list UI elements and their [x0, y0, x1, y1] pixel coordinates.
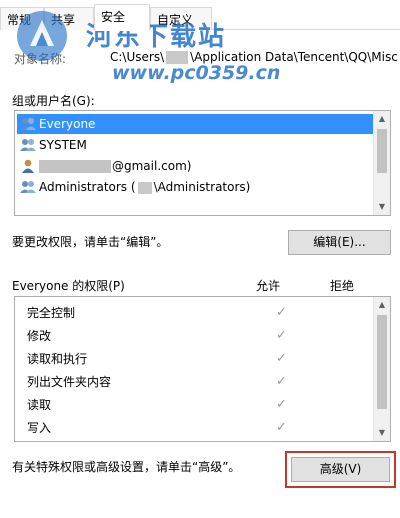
permission-name: 读取和执行 [27, 352, 88, 366]
redacted-machine [137, 181, 152, 194]
advanced-button[interactable]: 高级(V) [291, 457, 390, 482]
scroll-thumb[interactable] [377, 315, 387, 409]
permission-row-read-execute: 读取和执行 ✓ [27, 349, 367, 369]
edit-button[interactable]: 编辑(E)... [288, 230, 391, 255]
user-group-icon [20, 181, 36, 193]
allow-check-icon: ✓ [276, 374, 287, 389]
group-user-label: 组或用户名(G): [12, 94, 95, 108]
user-name-start: Administrators ( [39, 180, 136, 194]
user-row-system[interactable]: SYSTEM [17, 135, 373, 155]
permission-row-write: 写入 ✓ [27, 418, 367, 438]
user-group-icon [20, 139, 36, 151]
watermark-url: www.pc0359.cn [112, 62, 281, 84]
permission-row-modify: 修改 ✓ [27, 326, 367, 346]
permissions-scrollbar[interactable]: ▲ ▼ [373, 297, 390, 441]
permission-name: 完全控制 [27, 306, 76, 320]
scroll-down-icon[interactable]: ▼ [374, 425, 390, 441]
permissions-title: Everyone 的权限(P) [12, 279, 125, 293]
permission-name: 读取 [27, 398, 52, 412]
permission-row-list-folder: 列出文件夹内容 ✓ [27, 372, 367, 392]
advanced-hint-text: 有关特殊权限或高级设置，请单击“高级”。 [12, 460, 241, 474]
user-icon [22, 159, 34, 173]
user-row-gmail[interactable]: @gmail.com) [17, 156, 373, 176]
watermark-logo-icon [17, 11, 67, 61]
user-name: @gmail.com) [112, 159, 192, 173]
allow-column-header: 允许 [256, 279, 281, 293]
scroll-up-icon[interactable]: ▲ [374, 297, 390, 313]
scroll-up-icon[interactable]: ▲ [374, 111, 390, 127]
edit-hint-text: 要更改权限，请单击“编辑”。 [12, 235, 169, 249]
user-group-icon [20, 118, 36, 130]
deny-column-header: 拒绝 [330, 279, 355, 293]
redacted-email [39, 160, 111, 173]
user-name: SYSTEM [39, 138, 87, 152]
scroll-thumb[interactable] [377, 129, 387, 173]
allow-check-icon: ✓ [276, 328, 287, 343]
allow-check-icon: ✓ [276, 397, 287, 412]
user-row-everyone[interactable]: Everyone [17, 114, 373, 134]
user-row-administrators[interactable]: Administrators ( \Administrators) [17, 177, 373, 197]
permissions-list: 完全控制 ✓ 修改 ✓ 读取和执行 ✓ 列出文件夹内容 ✓ 读取 ✓ 写入 ✓ … [14, 296, 391, 442]
permission-name: 修改 [27, 329, 52, 343]
user-name-end: \Administrators) [153, 180, 251, 194]
permission-name: 写入 [27, 421, 52, 435]
allow-check-icon: ✓ [276, 351, 287, 366]
scroll-down-icon[interactable]: ▼ [374, 199, 390, 215]
user-listbox[interactable]: Everyone SYSTEM @gmail.com) Administrato… [14, 110, 391, 216]
user-list-scrollbar[interactable]: ▲ ▼ [373, 111, 390, 215]
allow-check-icon: ✓ [276, 305, 287, 320]
permission-name: 列出文件夹内容 [27, 375, 112, 389]
permission-row-full-control: 完全控制 ✓ [27, 303, 367, 323]
user-name: Everyone [39, 117, 96, 131]
permission-row-read: 读取 ✓ [27, 395, 367, 415]
allow-check-icon: ✓ [276, 420, 287, 435]
tab-security[interactable]: 安全 [94, 4, 150, 31]
